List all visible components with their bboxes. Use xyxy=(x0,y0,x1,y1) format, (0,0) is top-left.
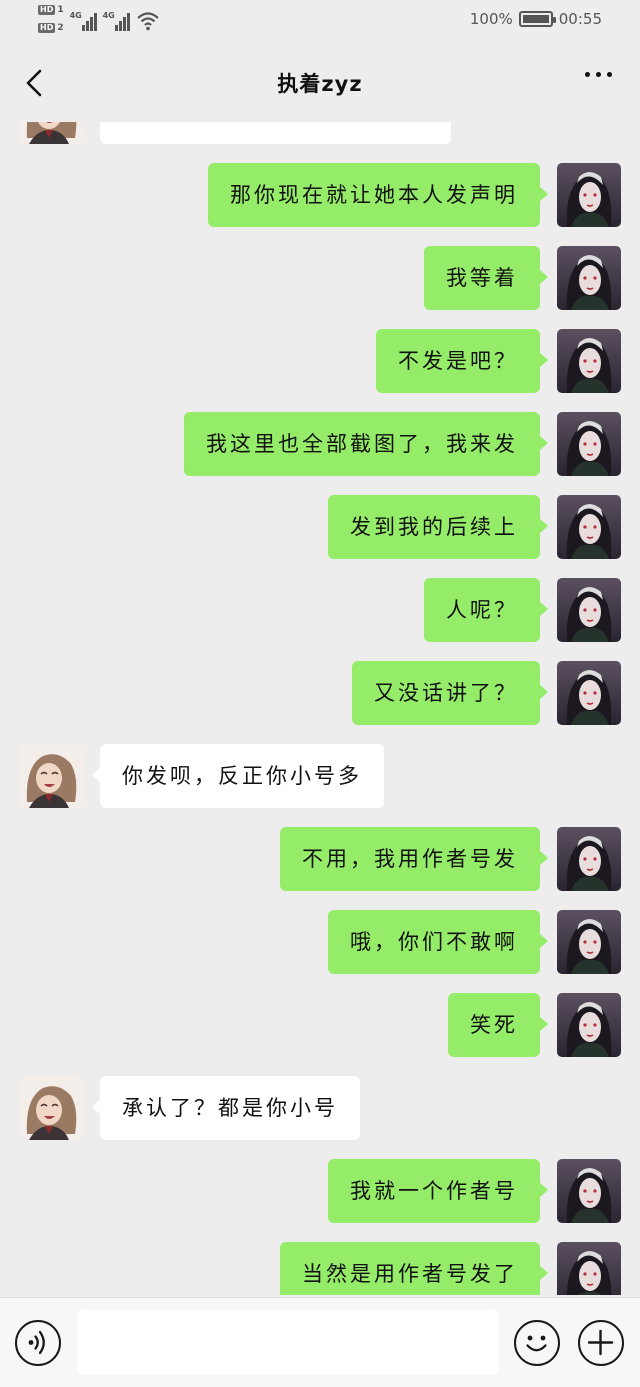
message-row-sent: 不发是吧？ xyxy=(0,329,640,393)
message-bubble[interactable]: 我这里也全部截图了，我来发 xyxy=(184,412,548,476)
emoji-icon xyxy=(526,1335,547,1352)
message-row-sent: 我就一个作者号 xyxy=(0,1159,640,1223)
wifi-icon xyxy=(136,12,159,31)
message-list[interactable]: 那你现在就让她本人发声明我等着不发是吧？ 我这里也全部截图了，我来发发到我的后续上… xyxy=(0,122,640,1295)
my-avatar[interactable] xyxy=(557,495,621,559)
voice-button[interactable] xyxy=(15,1320,61,1366)
message-bubble[interactable]: 发到我的后续上 xyxy=(328,495,548,559)
my-avatar[interactable] xyxy=(557,661,621,725)
message-row-received: 承认了？都是你小号 xyxy=(0,1076,640,1140)
contact-avatar[interactable] xyxy=(19,122,83,144)
battery-icon xyxy=(518,11,556,27)
message-bubble[interactable]: 你发呗，反正你小号多 xyxy=(92,744,384,808)
message-row-received xyxy=(0,122,640,144)
message-bubble[interactable]: 我等着 xyxy=(424,246,548,310)
my-avatar[interactable] xyxy=(557,1242,621,1295)
my-avatar[interactable] xyxy=(557,246,621,310)
my-avatar[interactable] xyxy=(557,578,621,642)
clock: 00:55 xyxy=(558,10,602,28)
message-row-sent: 那你现在就让她本人发声明 xyxy=(0,163,640,227)
message-row-sent: 发到我的后续上 xyxy=(0,495,640,559)
sim2-indicator: HD 2 xyxy=(38,23,64,33)
chat-title: 执着zyz xyxy=(277,72,363,96)
my-avatar[interactable] xyxy=(557,827,621,891)
signal-icon: 4G xyxy=(70,9,97,31)
input-bar xyxy=(0,1297,640,1387)
plus-icon xyxy=(587,1329,614,1356)
contact-avatar[interactable] xyxy=(19,744,83,808)
battery-percent: 100% xyxy=(469,10,513,28)
message-row-sent: 当然是用作者号发了 xyxy=(0,1242,640,1295)
message-row-sent: 人呢？ xyxy=(0,578,640,642)
message-row-received: 你发呗，反正你小号多 xyxy=(0,744,640,808)
contact-avatar[interactable] xyxy=(19,1076,83,1140)
message-bubble[interactable]: 笑死 xyxy=(448,993,548,1057)
message-bubble[interactable]: 我就一个作者号 xyxy=(328,1159,548,1223)
back-arrow-icon[interactable] xyxy=(22,68,52,98)
signal-icon-2: 4G xyxy=(103,9,130,31)
chat-header: 执着zyz xyxy=(0,44,640,122)
sim1-hd: HD xyxy=(38,5,56,15)
sim1-num: 1 xyxy=(57,5,64,15)
message-bubble[interactable]: 不发是吧？ xyxy=(376,329,548,393)
message-input[interactable] xyxy=(77,1310,499,1374)
message-row-sent: 不用，我用作者号发 xyxy=(0,827,640,891)
status-left: HD 1 HD 2 4G 4G xyxy=(38,5,160,33)
message-bubble[interactable] xyxy=(100,122,451,144)
message-bubble[interactable]: 哦，你们不敢啊 xyxy=(328,910,548,974)
message-bubble[interactable]: 那你现在就让她本人发声明 xyxy=(208,163,548,227)
my-avatar[interactable] xyxy=(557,163,621,227)
message-row-sent: 哦，你们不敢啊 xyxy=(0,910,640,974)
sim2-num: 2 xyxy=(57,23,64,33)
emoji-button[interactable] xyxy=(514,1320,560,1366)
message-bubble[interactable]: 承认了？都是你小号 xyxy=(92,1076,360,1140)
network-type-1: 4G xyxy=(69,11,82,20)
message-row-sent: 我等着 xyxy=(0,246,640,310)
status-right: 100% 00:55 xyxy=(470,10,602,28)
my-avatar[interactable] xyxy=(557,329,621,393)
my-avatar[interactable] xyxy=(557,910,621,974)
sim2-hd: HD xyxy=(38,23,56,33)
status-bar: HD 1 HD 2 4G 4G 100% 00:55 xyxy=(0,0,640,44)
my-avatar[interactable] xyxy=(557,993,621,1057)
message-bubble[interactable]: 当然是用作者号发了 xyxy=(280,1242,548,1295)
more-options-icon[interactable] xyxy=(585,72,612,77)
sim1-indicator: HD 1 xyxy=(38,5,64,15)
message-bubble[interactable]: 不用，我用作者号发 xyxy=(280,827,548,891)
message-row-sent: 我这里也全部截图了，我来发 xyxy=(0,412,640,476)
message-row-sent: 笑死 xyxy=(0,993,640,1057)
plus-button[interactable] xyxy=(578,1320,624,1366)
message-bubble[interactable]: 又没话讲了？ xyxy=(352,661,548,725)
my-avatar[interactable] xyxy=(557,412,621,476)
sim-indicators: HD 1 HD 2 xyxy=(38,5,64,33)
network-type-2: 4G xyxy=(102,11,115,20)
message-row-sent: 又没话讲了？ xyxy=(0,661,640,725)
message-bubble[interactable]: 人呢？ xyxy=(424,578,548,642)
my-avatar[interactable] xyxy=(557,1159,621,1223)
voice-icon xyxy=(28,1330,45,1355)
